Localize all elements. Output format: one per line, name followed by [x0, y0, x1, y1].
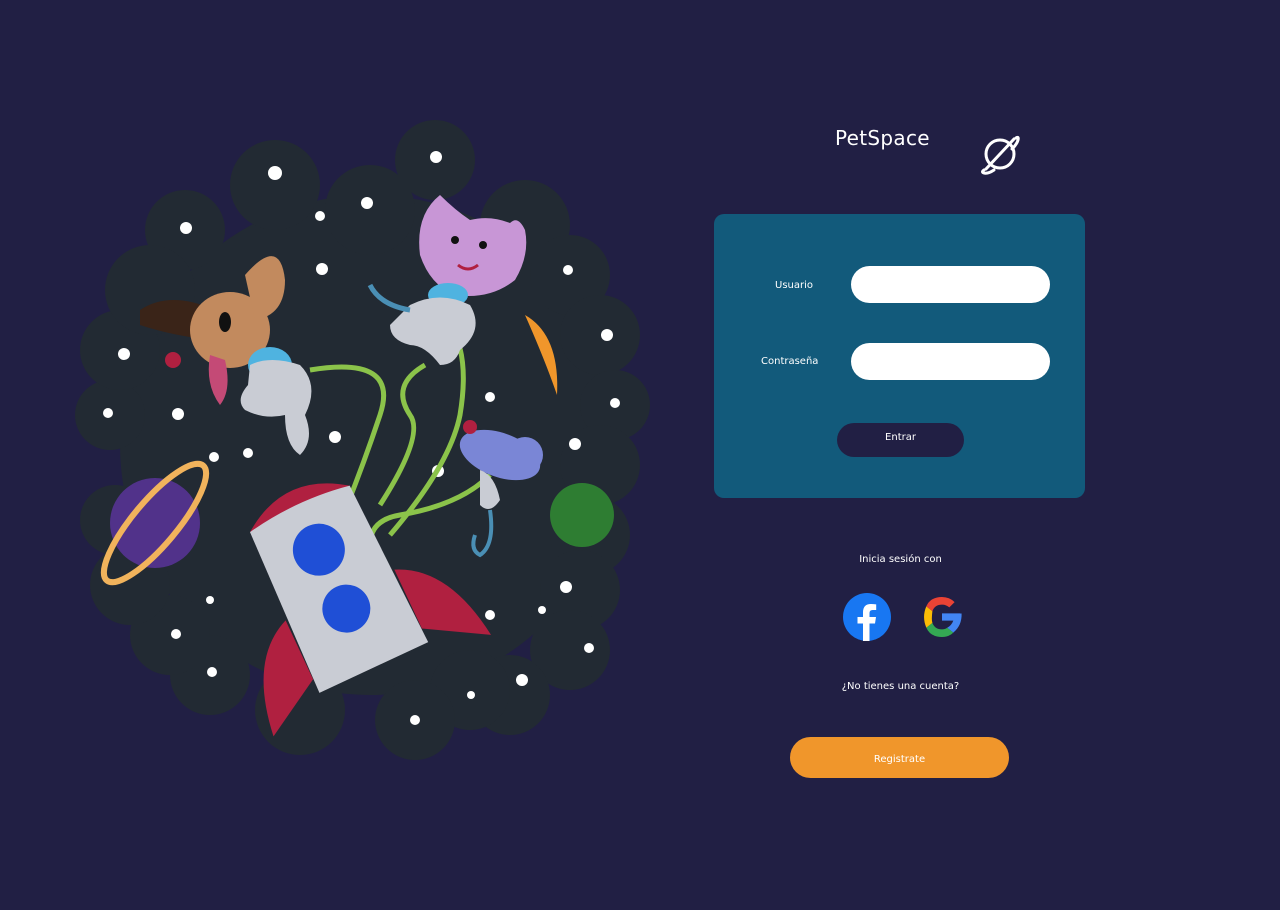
planet-icon [981, 135, 1020, 175]
no-account-prompt: ¿No tienes una cuenta? [841, 681, 960, 692]
google-login-button[interactable] [918, 593, 966, 641]
password-input[interactable] [851, 343, 1050, 380]
password-label: Contraseña [761, 356, 819, 367]
username-input[interactable] [851, 266, 1050, 303]
login-card: Usuario Contraseña Entrar [714, 214, 1085, 498]
facebook-icon [843, 593, 891, 641]
facebook-login-button[interactable] [843, 593, 891, 641]
register-button[interactable]: Registrate [790, 737, 1009, 778]
social-login-caption: Inicia sesión con [859, 554, 942, 565]
google-icon [924, 597, 962, 637]
space-pets-illustration-icon [75, 120, 650, 760]
username-label: Usuario [775, 280, 814, 291]
brand-name: PetSpace [835, 126, 930, 150]
login-button[interactable]: Entrar [837, 423, 964, 457]
